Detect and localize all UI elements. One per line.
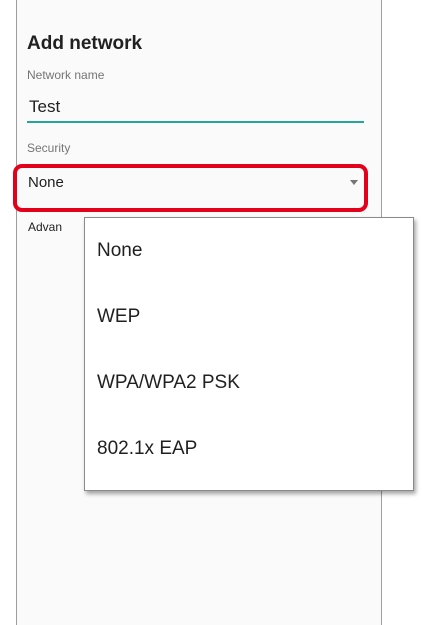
security-option-none[interactable]: None: [85, 218, 413, 284]
security-selected-value: None: [28, 174, 64, 191]
advanced-options-label[interactable]: Advan: [28, 220, 62, 234]
screen: Add network Network name Test Security N…: [0, 0, 422, 625]
security-select[interactable]: None: [28, 168, 358, 202]
security-dropdown-menu: None WEP WPA/WPA2 PSK 802.1x EAP: [84, 217, 414, 491]
menu-item-label: None: [97, 240, 143, 261]
menu-item-label: WEP: [97, 306, 141, 327]
network-name-underline: [27, 121, 364, 123]
security-option-wep[interactable]: WEP: [85, 284, 413, 350]
security-option-8021x-eap[interactable]: 802.1x EAP: [85, 416, 413, 482]
security-label: Security: [27, 141, 71, 155]
menu-item-label: WPA/WPA2 PSK: [97, 372, 240, 393]
network-name-input[interactable]: Test: [29, 97, 60, 117]
security-option-wpa-wpa2-psk[interactable]: WPA/WPA2 PSK: [85, 350, 413, 416]
menu-item-label: 802.1x EAP: [97, 438, 198, 459]
dialog-title: Add network: [27, 33, 143, 54]
network-name-label: Network name: [27, 68, 105, 82]
chevron-down-icon: [350, 180, 358, 185]
